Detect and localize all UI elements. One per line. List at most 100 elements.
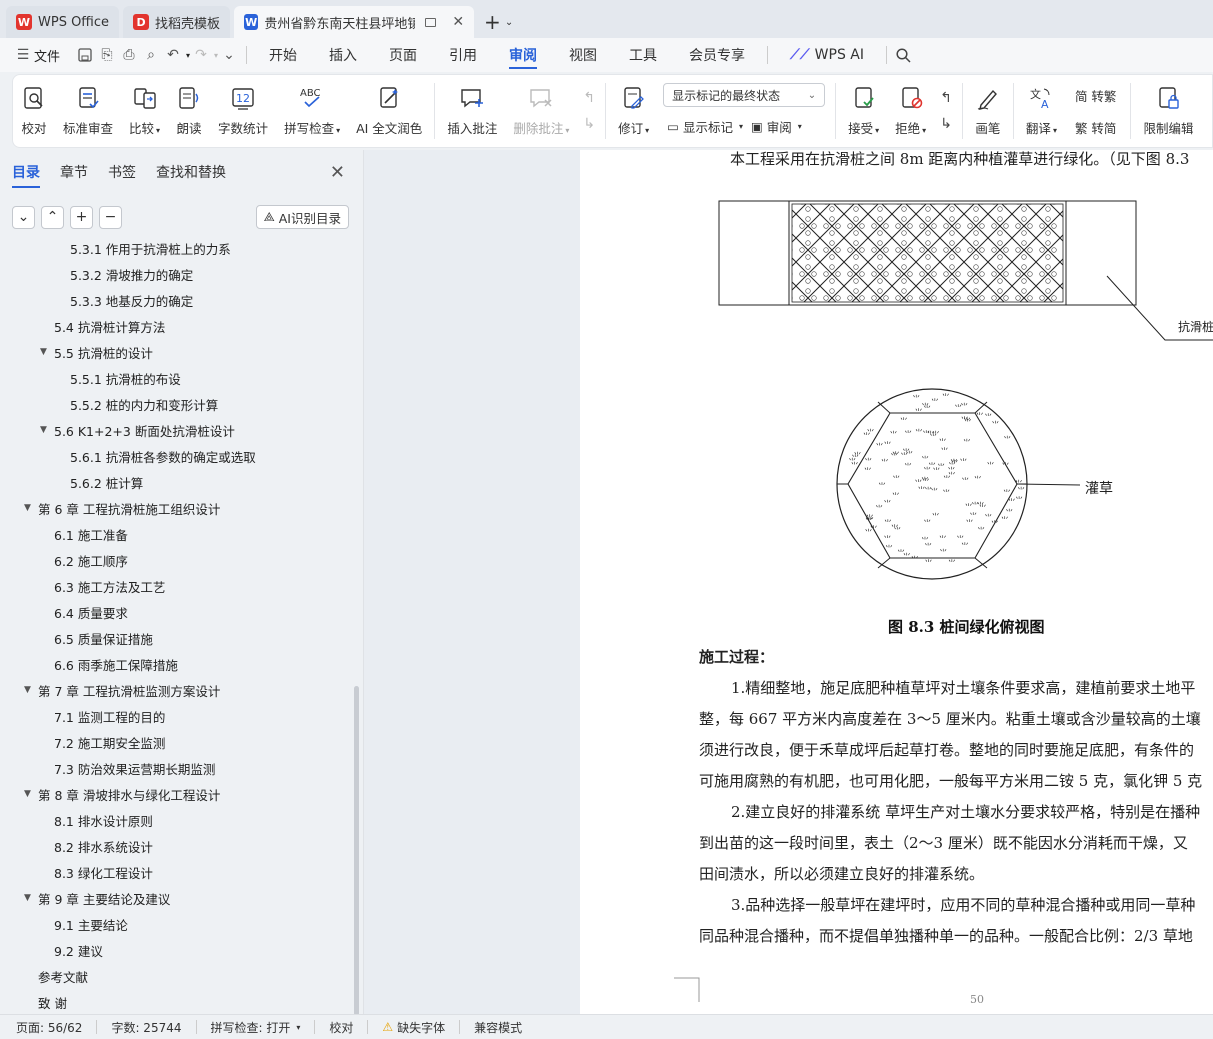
close-icon[interactable]: ✕ bbox=[330, 162, 345, 183]
pane-scrollbar[interactable] bbox=[354, 686, 359, 1016]
toc-item[interactable]: 5.6 K1+2+3 断面处抗滑桩设计 bbox=[54, 417, 235, 443]
toc-item[interactable]: 6.3 施工方法及工艺 bbox=[54, 573, 165, 599]
toc-item[interactable]: 7.1 监测工程的目的 bbox=[54, 703, 165, 729]
close-tab-icon[interactable]: ✕ bbox=[452, 14, 464, 30]
page-indicator[interactable]: 页面: 56/62 bbox=[16, 1019, 82, 1036]
read-aloud-button[interactable]: 朗读 bbox=[168, 78, 210, 144]
collapse-all-button[interactable]: ⌃ bbox=[41, 205, 64, 229]
toc-item[interactable]: 5.5.1 抗滑桩的布设 bbox=[70, 365, 181, 391]
toc-item[interactable]: 7.3 防治效果运营期长期监测 bbox=[54, 755, 215, 781]
spell-check-indicator[interactable]: 拼写检查: 打开 ▾ bbox=[211, 1019, 301, 1036]
toc-item[interactable]: 6.2 施工顺序 bbox=[54, 547, 128, 573]
toc-item[interactable]: 5.6.1 抗滑桩各参数的确定或选取 bbox=[70, 443, 256, 469]
file-menu[interactable]: 文件 bbox=[34, 46, 60, 65]
document-page[interactable]: 本工程采用在抗滑桩之间 8m 距离内种植灌草进行绿化。（见下图 8.3 抗滑桩 bbox=[580, 150, 1213, 1014]
toc-item[interactable]: 6.4 质量要求 bbox=[54, 599, 128, 625]
toc-item[interactable]: 5.4 抗滑桩计算方法 bbox=[54, 313, 165, 339]
toc-item[interactable]: 致 谢 bbox=[38, 989, 67, 1014]
toc-item[interactable]: 5.3.2 滑坡推力的确定 bbox=[70, 261, 193, 287]
tab-find-replace[interactable]: 查找和替换 bbox=[156, 150, 226, 194]
expand-arrow-icon[interactable]: ▼ bbox=[40, 425, 47, 435]
toc-item[interactable]: 第 9 章 主要结论及建议 bbox=[38, 885, 170, 911]
accept-button[interactable]: 接受 ▾ bbox=[840, 78, 887, 144]
menu-review[interactable]: 审阅 bbox=[493, 38, 553, 72]
to-traditional-button[interactable]: 简 转繁 bbox=[1071, 82, 1120, 108]
save-icon[interactable] bbox=[74, 44, 96, 66]
toc-item[interactable]: 5.6.2 桩计算 bbox=[70, 469, 143, 495]
print-icon[interactable]: ⎙ bbox=[118, 44, 140, 66]
proofread-button[interactable]: 校对 bbox=[13, 78, 55, 144]
print-preview-icon[interactable]: ⌕ bbox=[140, 44, 162, 66]
menu-membership[interactable]: 会员专享 bbox=[673, 38, 761, 72]
menu-references[interactable]: 引用 bbox=[433, 38, 493, 72]
search-icon[interactable] bbox=[893, 44, 915, 66]
tab-document[interactable]: W 贵州省黔东南天柱县坪地镇茉 ✕ bbox=[234, 6, 475, 38]
toc-item[interactable]: 5.3.3 地基反力的确定 bbox=[70, 287, 193, 313]
toc-item[interactable]: 9.1 主要结论 bbox=[54, 911, 128, 937]
toc-item[interactable]: 7.2 施工期安全监测 bbox=[54, 729, 165, 755]
tab-bookmarks[interactable]: 书签 bbox=[108, 150, 136, 194]
toc-item[interactable]: 6.6 雨季施工保障措施 bbox=[54, 651, 178, 677]
toc-item[interactable]: 参考文献 bbox=[38, 963, 88, 989]
word-count-indicator[interactable]: 字数: 25744 bbox=[111, 1019, 181, 1036]
revise-button[interactable]: 修订 ▾ bbox=[610, 78, 657, 144]
next-comment-icon[interactable]: ↳ bbox=[583, 116, 595, 132]
more-icon[interactable]: ⌄ bbox=[218, 44, 240, 66]
wps-ai-button[interactable]: ⟋⟋ WPS AI bbox=[774, 38, 880, 72]
toc-item[interactable]: 第 6 章 工程抗滑桩施工组织设计 bbox=[38, 495, 220, 521]
delete-comment-button[interactable]: 删除批注 ▾ bbox=[505, 78, 577, 144]
tab-wps-office[interactable]: W WPS Office bbox=[6, 6, 120, 38]
expand-all-button[interactable]: ⌄ bbox=[12, 205, 35, 229]
to-simplified-button[interactable]: 繁 转简 bbox=[1071, 114, 1120, 140]
toc-item[interactable]: 第 8 章 滑坡排水与绿化工程设计 bbox=[38, 781, 220, 807]
menu-home[interactable]: 开始 bbox=[253, 38, 313, 72]
ai-polish-button[interactable]: AI 全文润色 bbox=[348, 78, 430, 144]
expand-arrow-icon[interactable]: ▼ bbox=[40, 347, 47, 357]
toc-item[interactable]: 6.1 施工准备 bbox=[54, 521, 128, 547]
compare-button[interactable]: 比较 ▾ bbox=[121, 78, 168, 144]
previous-comment-icon[interactable]: ↰ bbox=[583, 90, 595, 106]
menu-tools[interactable]: 工具 bbox=[613, 38, 673, 72]
missing-font-indicator[interactable]: ⚠ 缺失字体 bbox=[382, 1019, 445, 1036]
toc-item[interactable]: 5.5 抗滑桩的设计 bbox=[54, 339, 153, 365]
expand-arrow-icon[interactable]: ▼ bbox=[24, 893, 31, 903]
hamburger-icon[interactable]: ☰ bbox=[12, 44, 34, 66]
toc-item[interactable]: 8.3 绿化工程设计 bbox=[54, 859, 153, 885]
menu-view[interactable]: 视图 bbox=[553, 38, 613, 72]
pen-button[interactable]: 画笔 bbox=[967, 78, 1009, 144]
markup-state-select[interactable]: 显示标记的最终状态 ⌄ bbox=[663, 83, 826, 107]
toc-item[interactable]: 5.5.2 桩的内力和变形计算 bbox=[70, 391, 218, 417]
show-markup-button[interactable]: ▭ 显示标记 ▾ bbox=[663, 113, 747, 139]
expand-arrow-icon[interactable]: ▼ bbox=[24, 503, 31, 513]
spell-check-button[interactable]: ABC 拼写检查 ▾ bbox=[276, 78, 348, 144]
tab-template[interactable]: D 找稻壳模板 bbox=[123, 6, 231, 38]
redo-icon[interactable]: ↷ bbox=[190, 44, 212, 66]
standard-review-button[interactable]: 标准审查 bbox=[55, 78, 121, 144]
restrict-edit-button[interactable]: 限制编辑 bbox=[1135, 78, 1201, 144]
menu-insert[interactable]: 插入 bbox=[313, 38, 373, 72]
previous-change-icon[interactable]: ↰ bbox=[940, 90, 952, 106]
toc-item[interactable]: 6.5 质量保证措施 bbox=[54, 625, 153, 651]
toc-item[interactable]: 第 7 章 工程抗滑桩监测方案设计 bbox=[38, 677, 220, 703]
toc-item[interactable]: 8.1 排水设计原则 bbox=[54, 807, 153, 833]
expand-arrow-icon[interactable]: ▼ bbox=[24, 789, 31, 799]
toc-item[interactable]: 5.3.1 作用于抗滑桩上的力系 bbox=[70, 242, 231, 261]
review-pane-button[interactable]: ▣ 审阅 ▾ bbox=[747, 113, 806, 139]
ai-toc-button[interactable]: ⟁ AI识别目录 bbox=[255, 205, 349, 229]
translate-button[interactable]: 文A 翻译 ▾ bbox=[1018, 78, 1065, 144]
export-icon[interactable]: ⎘ bbox=[96, 44, 118, 66]
insert-comment-button[interactable]: 插入批注 bbox=[439, 78, 505, 144]
next-change-icon[interactable]: ↳ bbox=[940, 116, 952, 132]
new-tab-button[interactable]: + ⌄ bbox=[484, 6, 513, 38]
add-heading-button[interactable]: + bbox=[70, 205, 93, 229]
toc-item[interactable]: 9.2 建议 bbox=[54, 937, 103, 963]
word-count-button[interactable]: 12 字数统计 bbox=[210, 78, 276, 144]
toc-item[interactable]: 8.2 排水系统设计 bbox=[54, 833, 153, 859]
proof-indicator[interactable]: 校对 bbox=[329, 1019, 353, 1036]
remove-heading-button[interactable]: − bbox=[99, 205, 122, 229]
reject-button[interactable]: 拒绝 ▾ bbox=[887, 78, 934, 144]
menu-page[interactable]: 页面 bbox=[373, 38, 433, 72]
chevron-down-icon[interactable]: ⌄ bbox=[505, 17, 513, 28]
screen-icon[interactable] bbox=[425, 17, 437, 27]
expand-arrow-icon[interactable]: ▼ bbox=[24, 685, 31, 695]
